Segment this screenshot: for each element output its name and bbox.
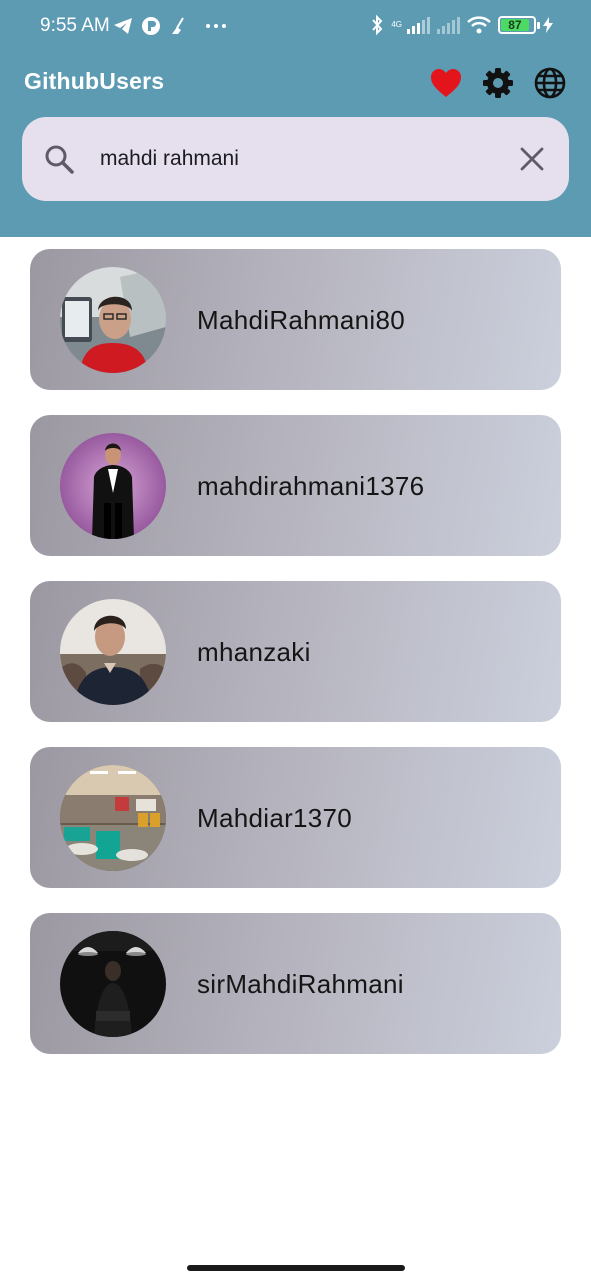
search-input[interactable] [100, 139, 500, 179]
favorites-button[interactable] [429, 66, 463, 100]
signal-icon [407, 16, 430, 34]
close-icon [520, 147, 544, 171]
user-card[interactable]: mahdirahmani1376 [30, 415, 561, 556]
app-bar-actions [429, 66, 567, 100]
username: mhanzaki [197, 637, 311, 667]
avatar [60, 599, 166, 705]
gear-icon [483, 68, 513, 98]
username: Mahdiar1370 [197, 803, 353, 833]
notification-icons [113, 16, 227, 36]
avatar [60, 267, 166, 373]
battery-icon: 87 [498, 16, 540, 34]
system-icons: 4G 87 [370, 14, 553, 36]
telegram-icon [113, 17, 133, 35]
username: mahdirahmani1376 [197, 471, 425, 501]
home-indicator[interactable] [187, 1265, 405, 1271]
signal-2-icon [437, 16, 460, 34]
username: sirMahdiRahmani [197, 969, 404, 999]
page-title: GithubUsers [24, 68, 165, 94]
bluetooth-icon [370, 14, 384, 36]
avatar [60, 433, 166, 539]
status-time: 9:55 AM [40, 15, 110, 36]
username: MahdiRahmani80 [197, 305, 405, 335]
heart-icon [431, 69, 461, 97]
language-button[interactable] [533, 66, 567, 100]
broom-icon [169, 16, 189, 36]
user-card[interactable]: Mahdiar1370 [30, 747, 561, 888]
more-icon [205, 23, 227, 29]
globe-icon [534, 67, 566, 99]
wifi-icon [467, 16, 491, 34]
app-header: 9:55 AM 4G 87 GithubUsers mahdi rahmani [0, 0, 591, 237]
user-card[interactable]: sirMahdiRahmani [30, 913, 561, 1054]
clear-search-button[interactable] [515, 142, 549, 176]
app-notification-icon [141, 16, 161, 36]
user-card[interactable]: MahdiRahmani80 [30, 249, 561, 390]
network-type: 4G [391, 20, 402, 29]
avatar [60, 765, 166, 871]
user-card[interactable]: mhanzaki [30, 581, 561, 722]
settings-button[interactable] [481, 66, 515, 100]
battery-level: 87 [501, 19, 529, 31]
status-bar: 9:55 AM 4G 87 [0, 0, 591, 52]
avatar [60, 931, 166, 1037]
user-list: MahdiRahmani80 mahdirahmani1376 mhanzaki… [30, 249, 561, 1079]
search-icon[interactable] [42, 142, 76, 176]
search-bar [22, 117, 569, 201]
charging-icon [543, 17, 553, 33]
